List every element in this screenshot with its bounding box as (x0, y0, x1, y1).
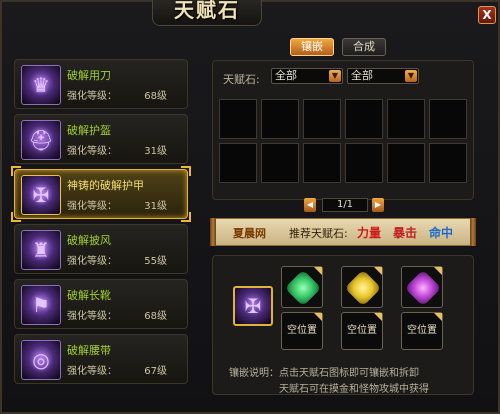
job-name: 夏晨网 (233, 227, 266, 240)
prev-page-button[interactable]: ◀ (304, 198, 316, 212)
close-button[interactable]: X (478, 6, 496, 24)
scroll-rod (210, 218, 216, 246)
item-name: 破解用刀 (67, 69, 111, 82)
level-value: 55级 (144, 256, 167, 267)
stone-source-info: 天赋石可在摸金和怪物攻城中获得 (279, 384, 429, 395)
selection-corner (181, 166, 191, 176)
level-value: 31级 (144, 146, 167, 157)
level-label: 强化等级： (67, 366, 117, 377)
level-label: 强化等级： (67, 146, 117, 157)
scroll-rod (470, 218, 476, 246)
tab-inlay[interactable]: 镶嵌 (290, 38, 334, 56)
selection-corner (11, 166, 21, 176)
selection-corner (181, 212, 191, 222)
list-item[interactable]: ⚑ 破解长靴 强化等级： 68级 (14, 279, 188, 329)
level-label: 强化等级： (67, 91, 117, 102)
level-label: 强化等级： (67, 256, 117, 267)
chevron-down-icon: ▼ (329, 70, 341, 82)
helmet-icon: ⛑ (21, 120, 61, 160)
inventory-slot[interactable] (303, 99, 341, 139)
recommend-stone: 暴击 (393, 226, 418, 240)
inlay-instructions: 镶嵌说明：点击天赋石图标即可镶嵌和拆卸 (229, 368, 419, 379)
yellow-gem-icon[interactable] (341, 266, 383, 308)
level-value: 67级 (144, 366, 167, 377)
armor-icon[interactable]: ✠ (233, 286, 273, 326)
level-value: 68级 (144, 311, 167, 322)
inventory-slot[interactable] (387, 143, 425, 183)
purple-gem-icon[interactable] (401, 266, 443, 308)
recommend-stone: 命中 (429, 226, 454, 240)
recommend-banner: 夏晨网 推荐天赋石: 力量 暴击 命中 (210, 218, 476, 246)
stone-grid (219, 99, 469, 187)
inventory-slot[interactable] (387, 99, 425, 139)
green-gem-icon[interactable] (281, 266, 323, 308)
empty-socket[interactable]: 空位置 (281, 312, 323, 350)
inventory-slot[interactable] (429, 143, 467, 183)
list-item[interactable]: ♛ 破解用刀 强化等级： 68级 (14, 59, 188, 109)
stone-type-select[interactable]: 全部 ▼ (271, 68, 343, 84)
pager: ◀ 1/1 ▶ (304, 198, 384, 214)
empty-socket[interactable]: 空位置 (401, 312, 443, 350)
level-value: 31级 (144, 201, 167, 212)
spiked-helmet-icon: ♛ (21, 65, 61, 105)
boots-icon: ⚑ (21, 285, 61, 325)
inventory-slot[interactable] (261, 99, 299, 139)
list-item-selected[interactable]: ✠ 神铸的破解护甲 强化等级： 31级 (11, 166, 191, 222)
item-name: 破解长靴 (67, 289, 111, 302)
selection-corner (11, 212, 21, 222)
filter-label: 天赋石: (223, 73, 260, 86)
equipment-list: ♛ 破解用刀 强化等级： 68级 ⛑ 破解护盔 强化等级： 31级 ✠ 神铸的破… (6, 47, 194, 395)
socket-panel: ✠ 空位置 空位置 空位置 镶嵌说明：点击天赋石图标即可镶嵌和拆卸 天赋石可在摸… (212, 255, 474, 395)
level-value: 68级 (144, 91, 167, 102)
recommend-label: 推荐天赋石: (289, 227, 348, 240)
list-item[interactable]: ♜ 破解披风 强化等级： 55级 (14, 224, 188, 274)
select-value: 全部 (351, 69, 373, 82)
tab-combine[interactable]: 合成 (342, 38, 386, 56)
cape-icon: ♜ (21, 230, 61, 270)
title-plate: 天赋石 (152, 0, 262, 26)
item-name: 神铸的破解护甲 (67, 179, 144, 192)
title-bar: 天赋石 X (2, 0, 498, 26)
next-page-button[interactable]: ▶ (372, 198, 384, 212)
inventory-slot[interactable] (429, 99, 467, 139)
talent-stone-window: 天赋石 X ♛ 破解用刀 强化等级： 68级 ⛑ 破解护盔 强化等级： 31级 … (0, 0, 500, 414)
empty-socket[interactable]: 空位置 (341, 312, 383, 350)
item-name: 破解披风 (67, 234, 111, 247)
stone-level-select[interactable]: 全部 ▼ (347, 68, 419, 84)
inventory-slot[interactable] (345, 99, 383, 139)
recommend-stone: 力量 (357, 226, 382, 240)
page-indicator: 1/1 (322, 198, 368, 212)
chevron-down-icon: ▼ (405, 70, 417, 82)
armor-icon: ✠ (21, 175, 61, 215)
window-title: 天赋石 (174, 0, 240, 22)
inventory-slot[interactable] (303, 143, 341, 183)
level-label: 强化等级： (67, 201, 117, 212)
belt-icon: ◎ (21, 340, 61, 380)
item-name: 破解护盔 (67, 124, 111, 137)
select-value: 全部 (275, 69, 297, 82)
list-item[interactable]: ⛑ 破解护盔 强化等级： 31级 (14, 114, 188, 164)
inventory-slot[interactable] (345, 143, 383, 183)
list-item[interactable]: ◎ 破解腰带 强化等级： 67级 (14, 334, 188, 384)
stone-inventory: 天赋石: 全部 ▼ 全部 ▼ (212, 60, 474, 200)
level-label: 强化等级： (67, 311, 117, 322)
inventory-slot[interactable] (219, 143, 257, 183)
item-name: 破解腰带 (67, 344, 111, 357)
inventory-slot[interactable] (261, 143, 299, 183)
inventory-slot[interactable] (219, 99, 257, 139)
